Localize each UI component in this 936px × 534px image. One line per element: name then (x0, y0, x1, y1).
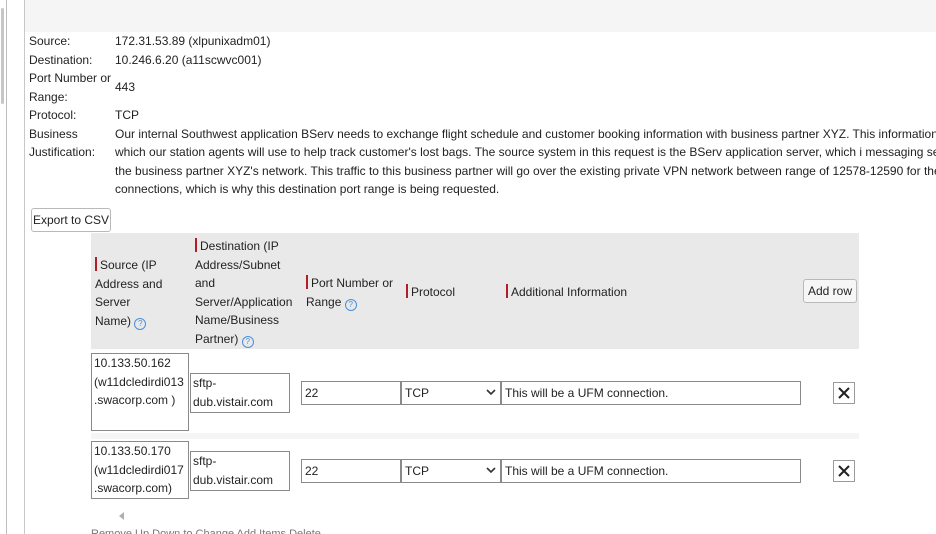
help-icon[interactable]: ? (134, 317, 147, 330)
header-line: Address/Subnet (195, 257, 281, 272)
page-scrollbar-thumb[interactable] (1, 8, 4, 104)
detail-protocol: Protocol: TCP (29, 106, 936, 125)
header-text: Source (IP (100, 258, 157, 272)
textarea-line: .swacorp.com ) (94, 393, 176, 407)
header-destination: Destination (IP Address/Subnet and Serve… (195, 237, 303, 348)
required-marker (406, 284, 408, 298)
textarea-line: 10.133.50.170 (94, 444, 171, 458)
additional-info-input[interactable]: This will be a UFM connection. (501, 459, 801, 483)
close-icon (838, 465, 850, 477)
grid-body: 10.133.50.162 (w11dcledirdi013 .swacorp.… (91, 349, 859, 509)
close-icon (838, 387, 850, 399)
header-text: Additional Information (511, 285, 628, 299)
header-text: Name) (95, 313, 132, 328)
required-marker (306, 275, 308, 289)
protocol-select[interactable]: TCP (401, 459, 501, 483)
header-port: Port Number or Range ? (306, 274, 406, 311)
delete-row-button[interactable] (833, 382, 855, 404)
connections-grid: Source (IP Address and Server Name) ? De… (91, 233, 859, 509)
header-line: Port Number or (306, 274, 406, 293)
row-separator (91, 433, 859, 439)
detail-port: Port Number or Range: 443 (29, 69, 936, 106)
header-protocol: Protocol (406, 283, 502, 302)
header-text: Protocol (411, 285, 456, 299)
grid-header: Source (IP Address and Server Name) ? De… (91, 233, 859, 349)
destination-textarea[interactable]: sftp- dub.vistair.com (190, 451, 290, 491)
detail-value: 172.31.53.89 (xlpunixadm01) (115, 34, 271, 48)
justification-text: Our internal Southwest application BServ… (115, 126, 936, 197)
textarea-line: sftp- (193, 376, 217, 390)
required-marker (95, 257, 97, 271)
protocol-selected: TCP (405, 386, 429, 400)
add-row-button[interactable]: Add row (803, 279, 857, 303)
header-line: Name/Business (195, 313, 280, 327)
header-line: Range ? (306, 293, 406, 312)
detail-label-line: Range: (29, 89, 68, 104)
textarea-line: dub.vistair.com (193, 394, 274, 409)
detail-justification: Business Justification: Our internal Sou… (29, 125, 936, 199)
protocol-selected: TCP (405, 464, 429, 478)
header-additional: Additional Information (506, 283, 706, 302)
detail-label: Protocol: (29, 108, 77, 122)
header-text: Port Number or (311, 276, 394, 290)
page-scrollbar[interactable] (0, 0, 7, 534)
header-line: Address and (95, 276, 163, 291)
header-line: Server/Application (195, 294, 293, 309)
export-csv-button[interactable]: Export to CSV (31, 208, 111, 232)
chevron-down-icon (486, 389, 496, 396)
port-input[interactable]: 22 (301, 459, 401, 483)
detail-label: Business Justification: (29, 125, 115, 199)
detail-value: Our internal Southwest application BServ… (115, 125, 936, 199)
textarea-line: dub.vistair.com (193, 472, 274, 487)
port-input[interactable]: 22 (301, 381, 401, 405)
detail-source: Source: 172.31.53.89 (xlpunixadm01) (29, 32, 936, 51)
footer-cut-text: Remove Up Down to Change Add Items Delet… (91, 528, 321, 534)
form-frame: Source: 172.31.53.89 (xlpunixadm01) Dest… (24, 0, 936, 534)
delete-row-button[interactable] (833, 460, 855, 482)
source-textarea[interactable]: 10.133.50.162 (w11dcledirdi013 .swacorp.… (91, 353, 189, 431)
help-icon[interactable]: ? (241, 335, 254, 348)
detail-value: 10.246.6.20 (a11scwvc001) (115, 52, 262, 67)
header-source: Source (IP Address and Server Name) ? (95, 256, 191, 330)
textarea-line: (w11dcledirdi013 (94, 374, 184, 389)
protocol-select[interactable]: TCP (401, 381, 501, 405)
textarea-line: 10.133.50.162 (94, 356, 171, 370)
header-line: Partner) ? (195, 330, 303, 349)
required-marker (195, 238, 197, 252)
source-textarea[interactable]: 10.133.50.170 (w11dcledirdi017 .swacorp.… (91, 441, 189, 499)
header-text: Range (306, 294, 342, 309)
detail-destination: Destination: 10.246.6.20 (a11scwvc001) (29, 51, 936, 70)
required-marker (506, 284, 508, 298)
request-details: Source: 172.31.53.89 (xlpunixadm01) Dest… (29, 32, 936, 199)
detail-value: 443 (115, 80, 136, 94)
header-text: Partner) (195, 331, 239, 346)
header-line: Name) ? (95, 312, 191, 331)
help-icon[interactable]: ? (344, 298, 357, 311)
destination-textarea[interactable]: sftp- dub.vistair.com (190, 373, 290, 413)
textarea-line: (w11dcledirdi017 (94, 462, 184, 477)
detail-label-line: Business (29, 126, 78, 141)
detail-label: Source: (29, 34, 71, 48)
header-line: Destination (IP (195, 237, 303, 256)
detail-label: Destination: (29, 52, 93, 67)
header-line: Source (IP (95, 256, 191, 275)
chevron-down-icon (486, 467, 496, 474)
scroll-left-icon[interactable] (119, 512, 124, 520)
detail-label: Port Number or Range: (29, 69, 115, 106)
detail-value: TCP (115, 108, 139, 122)
detail-label-line: Port Number or (29, 71, 112, 85)
top-strip (25, 0, 936, 32)
additional-info-input[interactable]: This will be a UFM connection. (501, 381, 801, 405)
header-text: Destination (IP (200, 239, 279, 253)
horizontal-scrollbar[interactable] (91, 509, 936, 523)
detail-label-line: Justification: (29, 145, 96, 159)
textarea-line: .swacorp.com) (94, 481, 173, 495)
header-line: and (195, 276, 216, 290)
header-line: Server (95, 295, 131, 309)
textarea-line: sftp- (193, 454, 217, 468)
